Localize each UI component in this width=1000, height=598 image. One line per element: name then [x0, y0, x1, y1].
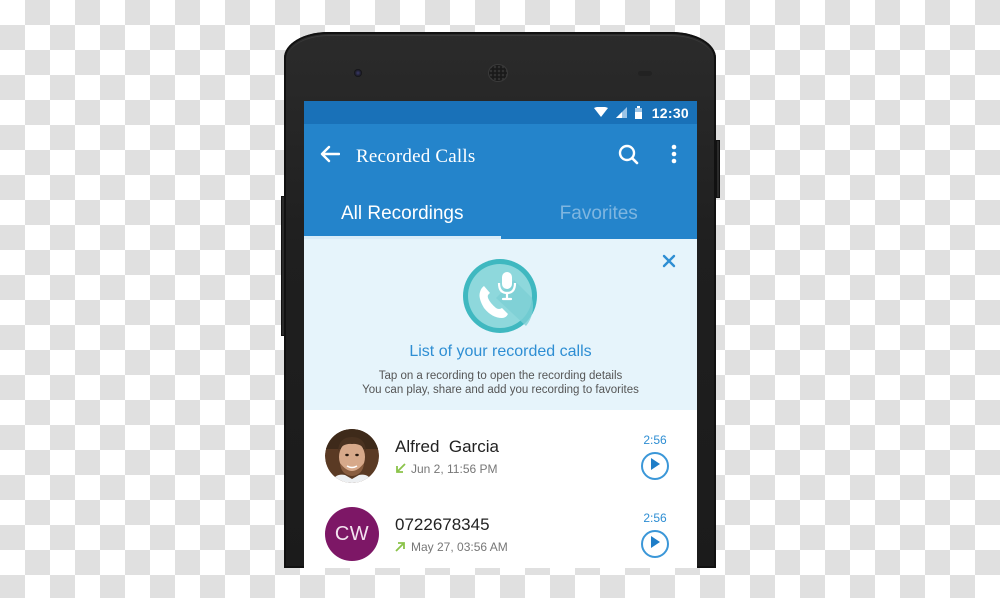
wifi-icon — [593, 107, 608, 118]
banner-title: List of your recorded calls — [409, 343, 592, 360]
status-time: 12:30 — [651, 104, 689, 121]
incoming-call-icon — [395, 463, 406, 474]
power-button — [716, 140, 720, 198]
banner-line-1: Tap on a recording to open the recording… — [378, 370, 623, 382]
avatar-initials: CW — [325, 507, 379, 561]
close-banner-button[interactable] — [659, 253, 679, 273]
proximity-sensor — [638, 71, 652, 76]
list-item[interactable]: Alfred Garcia Jun 2, 11:56 PM 2:56 — [304, 417, 697, 495]
recordings-list: Alfred Garcia Jun 2, 11:56 PM 2:56 CW 07… — [304, 417, 697, 568]
play-button[interactable] — [641, 529, 669, 558]
tab-favorites[interactable]: Favorites — [501, 189, 698, 239]
tab-all-recordings[interactable]: All Recordings — [304, 189, 501, 239]
close-icon — [662, 254, 676, 273]
banner-description: Tap on a recording to open the recording… — [304, 369, 697, 397]
call-date: May 27, 03:56 AM — [411, 539, 508, 554]
phone-microphone-icon — [462, 258, 538, 334]
earpiece-speaker — [488, 64, 508, 82]
play-icon — [650, 457, 660, 475]
signal-icon — [615, 107, 627, 118]
call-date: Jun 2, 11:56 PM — [411, 461, 498, 476]
back-button[interactable] — [304, 133, 356, 181]
outgoing-call-icon — [395, 541, 406, 552]
more-options-button[interactable] — [651, 133, 697, 181]
contact-name: Alfred Garcia — [395, 436, 499, 456]
search-button[interactable] — [605, 133, 651, 181]
info-banner: List of your recorded calls Tap on a rec… — [304, 239, 697, 410]
battery-icon — [634, 106, 642, 119]
tab-bar: All Recordings Favorites — [304, 189, 697, 239]
front-camera — [354, 69, 362, 77]
avatar — [325, 429, 379, 483]
arrow-back-icon — [320, 145, 341, 168]
contact-name: 0722678345 — [395, 514, 490, 534]
status-bar: 12:30 — [304, 101, 697, 124]
banner-line-2: You can play, share and add you recordin… — [362, 384, 639, 396]
app-bar: Recorded Calls — [304, 124, 697, 189]
play-button[interactable] — [641, 451, 669, 480]
call-duration: 2:56 — [643, 432, 667, 447]
phone-screen: 12:30 Recorded Calls All Recordings Favo… — [304, 101, 697, 568]
more-vertical-icon — [671, 144, 677, 169]
play-icon — [650, 535, 660, 553]
call-duration: 2:56 — [643, 510, 667, 525]
page-title: Recorded Calls — [356, 145, 476, 167]
list-item[interactable]: CW 0722678345 May 27, 03:56 AM 2:56 — [304, 495, 697, 568]
search-icon — [617, 143, 639, 170]
